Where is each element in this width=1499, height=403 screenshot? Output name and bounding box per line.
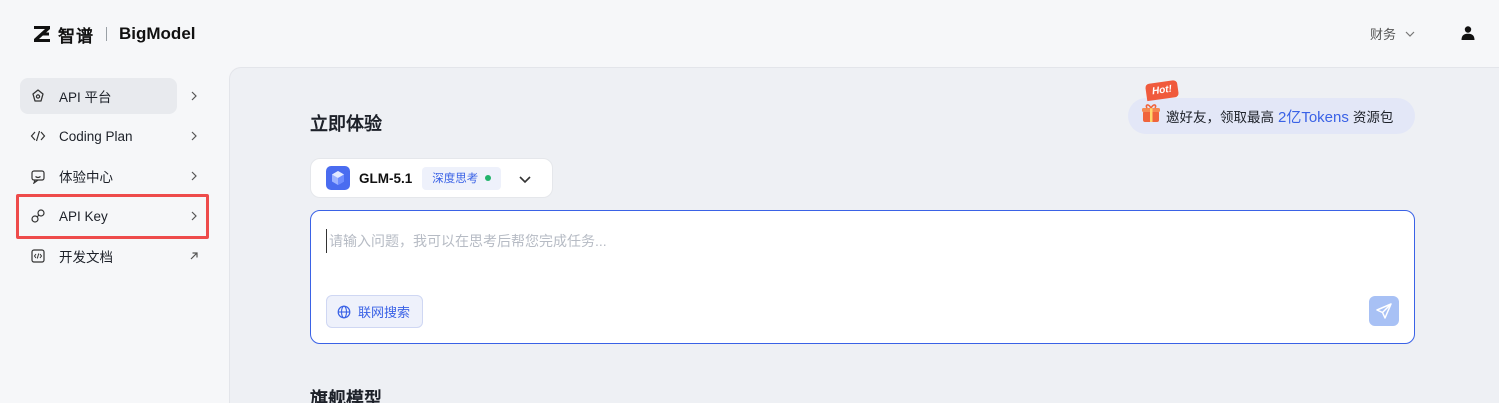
page-title: 立即体验 — [310, 114, 382, 134]
deep-think-tag[interactable]: 深度思考 — [422, 166, 502, 190]
web-search-label: 联网搜索 — [358, 305, 411, 320]
chat-robot-icon — [31, 170, 45, 184]
user-avatar-icon[interactable] — [1460, 25, 1476, 41]
chevron-right-icon — [191, 131, 197, 141]
promo-text-suffix: 资源包 — [1352, 110, 1394, 125]
flagship-models-title: 旗舰模型 — [310, 389, 382, 403]
finance-label: 财务 — [1370, 27, 1397, 42]
deep-think-label: 深度思考 — [432, 173, 479, 185]
sidebar-item-coding-plan[interactable]: Coding Plan — [20, 118, 206, 154]
web-search-button[interactable]: 联网搜索 — [326, 295, 423, 328]
promo-text-accent: 2亿Tokens — [1278, 108, 1349, 126]
sidebar-item-label: Coding Plan — [59, 128, 133, 144]
logo-text-cn: 智谱 — [58, 26, 94, 46]
top-bar: 智谱 BigModel 财务 — [0, 0, 1499, 68]
chevron-down-icon — [1405, 31, 1415, 37]
status-dot — [485, 175, 492, 181]
api-platform-icon — [32, 89, 44, 102]
chevron-down-icon[interactable] — [517, 171, 533, 187]
sidebar-item-dev-docs[interactable]: 开发文档 — [20, 238, 206, 274]
logo-divider — [106, 27, 107, 41]
gift-icon — [1142, 104, 1160, 122]
sidebar-item-api-platform[interactable]: API 平台 — [20, 78, 206, 114]
chevron-right-icon — [191, 171, 197, 181]
logo-text-en: BigModel — [119, 24, 196, 43]
send-icon — [1376, 303, 1392, 319]
chevron-right-icon — [191, 91, 197, 101]
model-cube-icon — [326, 166, 350, 190]
logo[interactable]: 智谱 BigModel — [32, 22, 196, 46]
invite-promo-banner[interactable]: 邀好友，领取最高 2亿Tokens 资源包 — [1128, 98, 1415, 134]
model-selector[interactable]: GLM-5.1 深度思考 — [310, 158, 553, 198]
send-button[interactable] — [1369, 296, 1399, 326]
model-name: GLM-5.1 — [359, 170, 413, 186]
sidebar-item-label: 体验中心 — [59, 170, 113, 185]
doc-code-icon — [31, 249, 45, 263]
finance-menu[interactable]: 财务 — [1370, 24, 1416, 43]
code-icon — [30, 130, 46, 142]
api-key-highlight-outline — [16, 194, 209, 239]
sidebar-item-experience-center[interactable]: 体验中心 — [20, 158, 206, 194]
sidebar: API 平台 Coding Plan 体验中心 API Key 开发文档 — [20, 78, 210, 278]
external-link-arrow-icon — [190, 252, 198, 260]
promo-text-prefix: 邀好友，领取最高 — [1166, 110, 1274, 125]
zhipu-logo-icon — [34, 26, 50, 42]
globe-icon — [337, 305, 351, 318]
sidebar-item-label: 开发文档 — [59, 250, 113, 265]
chat-input-box: 联网搜索 — [310, 210, 1415, 344]
sidebar-item-label: API 平台 — [59, 90, 112, 105]
chat-input[interactable] — [326, 229, 1376, 253]
